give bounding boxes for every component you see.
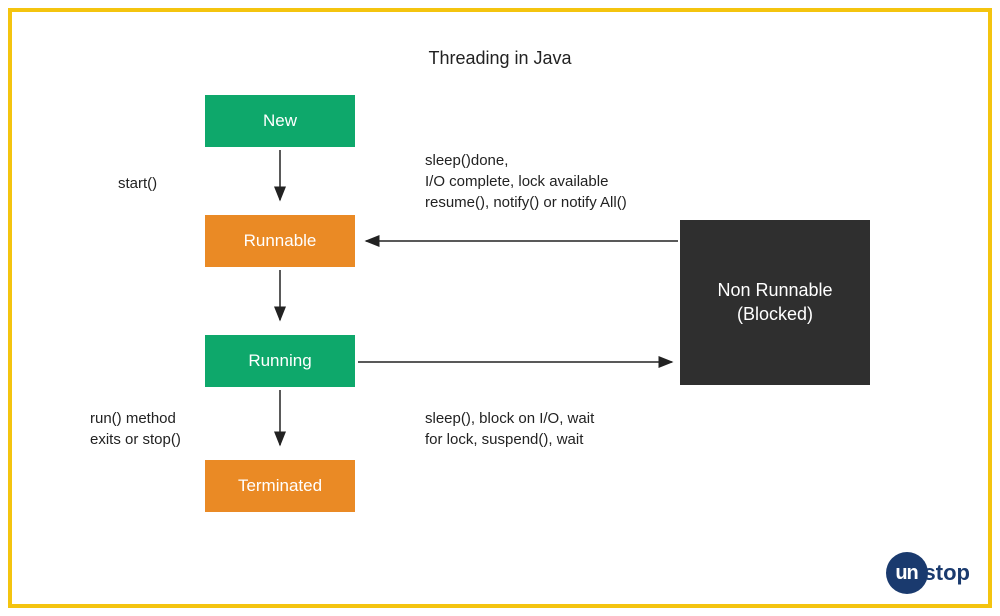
state-new-label: New (263, 110, 297, 132)
state-non-runnable-label: Non Runnable (Blocked) (717, 279, 832, 326)
logo-circle: un (886, 552, 928, 594)
state-running-label: Running (248, 350, 311, 372)
state-non-runnable: Non Runnable (Blocked) (680, 220, 870, 385)
logo-text: stop (924, 560, 970, 586)
state-runnable: Runnable (205, 215, 355, 267)
state-terminated-label: Terminated (238, 475, 322, 497)
state-running: Running (205, 335, 355, 387)
logo: un stop (886, 552, 970, 594)
label-start: start() (118, 173, 157, 194)
label-block-conditions: sleep(), block on I/O, wait for lock, su… (425, 408, 594, 450)
state-terminated: Terminated (205, 460, 355, 512)
state-runnable-label: Runnable (244, 230, 317, 252)
label-run-exit: run() method exits or stop() (90, 408, 181, 450)
state-new: New (205, 95, 355, 147)
label-resume-conditions: sleep()done, I/O complete, lock availabl… (425, 150, 627, 213)
diagram-title: Threading in Java (428, 48, 571, 69)
